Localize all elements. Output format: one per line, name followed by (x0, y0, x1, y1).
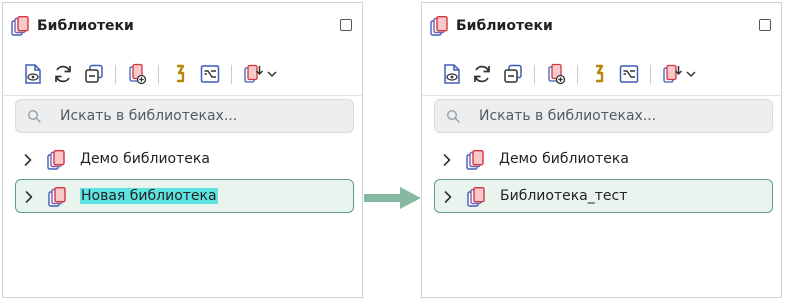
panel-header: Библиотеки (430, 15, 773, 39)
panel-title: Библиотеки (37, 18, 134, 34)
chevron-right-icon[interactable] (24, 190, 34, 204)
tree-item-label: Демо библиотека (80, 151, 210, 167)
chevron-down-icon[interactable] (684, 62, 698, 86)
libraries-panel-before: Библиотеки Искать в библиотеках... Демо … (2, 2, 363, 298)
toolbar-divider (422, 95, 781, 96)
collapse-all-icon[interactable] (82, 62, 106, 86)
library-icon (48, 187, 66, 207)
toolbar-separator (115, 65, 116, 84)
tree-item-test-library[interactable]: Библиотека_тест (434, 179, 773, 213)
tree-item-demo-library[interactable]: Демо библиотека (15, 143, 354, 177)
library-icon (466, 150, 484, 170)
toolbar-separator (577, 65, 578, 84)
tree-item-new-library[interactable]: Новая библиотека (15, 179, 354, 213)
search-input[interactable]: Искать в библиотеках... (15, 99, 354, 133)
search-placeholder: Искать в библиотеках... (60, 108, 238, 124)
tree-item-label: Демо библиотека (499, 151, 629, 167)
toolbar-separator (534, 65, 535, 84)
tree-item-demo-library[interactable]: Демо библиотека (434, 143, 773, 177)
collapse-all-icon[interactable] (501, 62, 525, 86)
import-library-icon[interactable] (660, 62, 684, 86)
view-document-icon[interactable] (21, 62, 45, 86)
refresh-icon[interactable] (51, 62, 75, 86)
library-icon (47, 150, 65, 170)
refresh-icon[interactable] (470, 62, 494, 86)
link-icon[interactable] (587, 62, 611, 86)
panel-header: Библиотеки (11, 15, 354, 39)
library-icon (467, 187, 485, 207)
panel-title: Библиотеки (456, 18, 553, 34)
toolbar (21, 62, 321, 88)
library-icon (11, 16, 29, 36)
tree-item-label: Библиотека_тест (500, 188, 628, 204)
chevron-right-icon[interactable] (443, 190, 453, 204)
search-icon (446, 109, 460, 123)
search-placeholder: Искать в библиотеках... (479, 108, 657, 124)
link-icon[interactable] (168, 62, 192, 86)
maximize-icon[interactable] (340, 19, 352, 31)
toolbar-separator (158, 65, 159, 84)
library-icon (430, 16, 448, 36)
libraries-panel-after: Библиотеки Искать в библиотеках... Демо … (421, 2, 782, 298)
view-document-icon[interactable] (440, 62, 464, 86)
transform-icon[interactable] (198, 62, 222, 86)
toolbar-divider (3, 95, 362, 96)
arrow-right-icon (364, 187, 421, 209)
toolbar (440, 62, 740, 88)
toolbar-separator (650, 65, 651, 84)
add-library-icon[interactable] (125, 62, 149, 86)
chevron-down-icon[interactable] (265, 62, 279, 86)
tree-item-label-editing[interactable]: Новая библиотека (80, 188, 218, 204)
chevron-right-icon[interactable] (23, 153, 33, 167)
maximize-icon[interactable] (759, 19, 771, 31)
add-library-icon[interactable] (544, 62, 568, 86)
toolbar-separator (231, 65, 232, 84)
transform-icon[interactable] (617, 62, 641, 86)
chevron-right-icon[interactable] (442, 153, 452, 167)
search-input[interactable]: Искать в библиотеках... (434, 99, 773, 133)
search-icon (27, 109, 41, 123)
import-library-icon[interactable] (241, 62, 265, 86)
